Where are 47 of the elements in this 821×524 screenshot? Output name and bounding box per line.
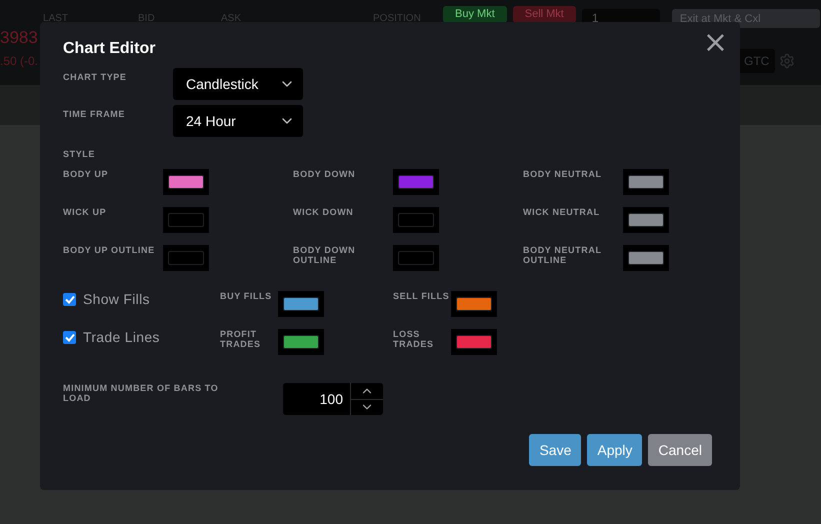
color-label: PROFIT TRADES <box>220 329 262 349</box>
color-swatch[interactable] <box>451 329 497 355</box>
color-label: BODY UP OUTLINE <box>63 245 156 255</box>
color-swatch[interactable] <box>393 207 439 233</box>
color-swatch[interactable] <box>393 169 439 195</box>
dialog-title: Chart Editor <box>63 40 156 58</box>
color-swatch[interactable] <box>623 245 669 271</box>
dropdown[interactable]: 24 Hour <box>173 105 303 137</box>
field-label: CHART TYPE <box>63 72 128 82</box>
color-swatch[interactable] <box>278 329 324 355</box>
cancel-button[interactable]: Cancel <box>648 434 712 466</box>
color-swatch[interactable] <box>163 169 209 195</box>
color-label: WICK DOWN <box>293 207 354 217</box>
color-label: BODY NEUTRAL OUTLINE <box>523 245 602 265</box>
color-swatch[interactable] <box>451 291 497 317</box>
field-label: MINIMUM NUMBER OF BARS TO LOAD <box>63 383 220 403</box>
color-label: BODY NEUTRAL <box>523 169 603 179</box>
checkbox-label[interactable]: Trade Lines <box>83 329 160 345</box>
checkbox-box[interactable] <box>63 330 76 344</box>
color-swatch[interactable] <box>393 245 439 271</box>
last-price: 3983 <box>0 28 38 48</box>
checkbox-box[interactable] <box>63 292 76 306</box>
color-label: BUY FILLS <box>220 291 273 301</box>
color-label: BODY UP <box>63 169 110 179</box>
field-label: TIME FRAME <box>63 109 126 119</box>
checkbox-label[interactable]: Show Fills <box>83 291 150 307</box>
color-swatch[interactable] <box>163 207 209 233</box>
buy-button[interactable]: Buy Mkt <box>443 6 507 23</box>
color-swatch[interactable] <box>278 291 324 317</box>
save-button[interactable]: Save <box>529 434 582 466</box>
price-change: .50 (-0. <box>0 54 38 68</box>
checkmark-icon <box>64 332 74 342</box>
checkmark-icon <box>64 294 74 304</box>
apply-button[interactable]: Apply <box>587 434 642 466</box>
color-swatch[interactable] <box>623 207 669 233</box>
color-label: SELL FILLS <box>393 291 450 301</box>
color-label: LOSS TRADES <box>393 329 435 349</box>
color-label: BODY DOWN <box>293 169 356 179</box>
color-label: WICK NEUTRAL <box>523 207 601 217</box>
color-label: WICK UP <box>63 207 108 217</box>
dropdown[interactable]: Candlestick <box>173 68 303 100</box>
color-swatch[interactable] <box>623 169 669 195</box>
section-heading: STYLE <box>63 149 96 159</box>
color-swatch[interactable] <box>163 245 209 271</box>
close-button[interactable]: × <box>702 28 728 58</box>
number-field[interactable]: 100 <box>283 383 383 415</box>
color-label: BODY DOWN OUTLINE <box>293 245 356 265</box>
